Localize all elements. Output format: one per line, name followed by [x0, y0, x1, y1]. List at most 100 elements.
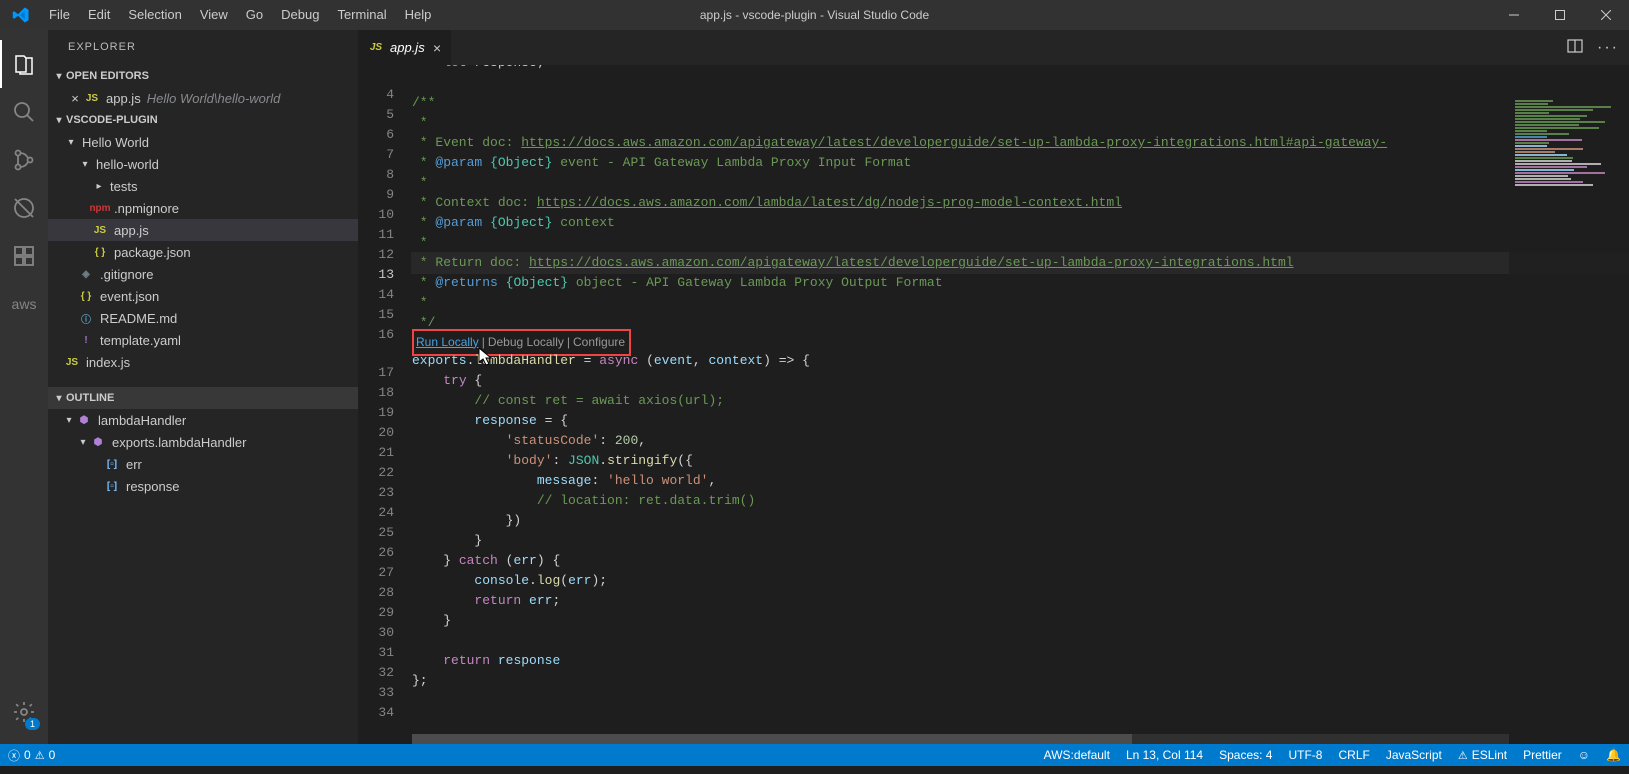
open-editors-header[interactable]: ▾OPEN EDITORS: [48, 65, 358, 87]
tree-item[interactable]: ▸tests: [48, 175, 358, 197]
outline-item[interactable]: [▫]err: [48, 453, 358, 475]
codelens: Run Locally|Debug Locally|Configure: [412, 333, 1629, 351]
close-editor-icon[interactable]: ×: [66, 91, 84, 106]
window-title: app.js - vscode-plugin - Visual Studio C…: [700, 8, 929, 22]
codelens-run-locally[interactable]: Run Locally: [416, 332, 479, 352]
vscode-logo-icon: [12, 6, 30, 24]
menu-edit[interactable]: Edit: [79, 0, 119, 30]
status-feedback-icon[interactable]: ☺: [1570, 744, 1598, 766]
gitignore-file-icon: ◈: [78, 266, 94, 282]
menu-view[interactable]: View: [191, 0, 237, 30]
chevron-right-icon: ▸: [92, 181, 106, 192]
tree-item[interactable]: ⓘREADME.md: [48, 307, 358, 329]
status-bar: ⓧ0 ⚠0 AWS:default Ln 13, Col 114 Spaces:…: [0, 744, 1629, 766]
minimize-button[interactable]: [1491, 0, 1537, 30]
activity-bar: aws 1: [0, 30, 48, 744]
sidebar-title: EXPLORER: [48, 30, 358, 65]
status-bell-icon[interactable]: 🔔: [1598, 744, 1629, 766]
outline-item[interactable]: ▾⬢exports.lambdaHandler: [48, 431, 358, 453]
js-file-icon: JS: [92, 222, 108, 238]
method-icon: ⬢: [90, 434, 106, 450]
workspace-header[interactable]: ▾VSCODE-PLUGIN: [48, 109, 358, 131]
status-prettier[interactable]: Prettier: [1515, 744, 1570, 766]
tree-item[interactable]: JSapp.js: [48, 219, 358, 241]
window-controls: [1491, 0, 1629, 30]
md-file-icon: ⓘ: [78, 310, 94, 326]
npmignore-file-icon: npm: [92, 200, 108, 216]
status-eslint[interactable]: ⚠ESLint: [1450, 744, 1515, 766]
tree-item[interactable]: { }event.json: [48, 285, 358, 307]
settings-badge: 1: [25, 718, 40, 730]
open-editor-item[interactable]: ×JSapp.jsHello World\hello-world: [48, 87, 358, 109]
menu-help[interactable]: Help: [396, 0, 441, 30]
codelens-configure[interactable]: Configure: [573, 332, 625, 352]
menu-selection[interactable]: Selection: [119, 0, 190, 30]
tree-item[interactable]: !template.yaml: [48, 329, 358, 351]
menu-go[interactable]: Go: [237, 0, 272, 30]
json-file-icon: { }: [92, 244, 108, 260]
chevron-down-icon: ▾: [52, 71, 66, 82]
status-encoding[interactable]: UTF-8: [1280, 744, 1330, 766]
status-indentation[interactable]: Spaces: 4: [1211, 744, 1280, 766]
horizontal-scrollbar[interactable]: [412, 734, 1509, 744]
error-icon: ⓧ: [8, 747, 20, 764]
code-content[interactable]: let response;/** * * Event doc: https://…: [412, 65, 1629, 744]
explorer-sidebar: EXPLORER ▾OPEN EDITORS ×JSapp.jsHello Wo…: [48, 30, 358, 744]
close-button[interactable]: [1583, 0, 1629, 30]
tab-close-icon[interactable]: ×: [433, 40, 441, 56]
activity-search-icon[interactable]: [0, 88, 48, 136]
yaml-file-icon: !: [78, 332, 94, 348]
tree-item[interactable]: { }package.json: [48, 241, 358, 263]
minimap[interactable]: [1509, 100, 1629, 744]
menu-debug[interactable]: Debug: [272, 0, 328, 30]
outline-header[interactable]: ▾OUTLINE: [48, 387, 358, 409]
variable-icon: [▫]: [104, 456, 120, 472]
title-bar: FileEditSelectionViewGoDebugTerminalHelp…: [0, 0, 1629, 30]
editor-tabs: JS app.js × ···: [358, 30, 1629, 65]
code-editor[interactable]: 4567891011121314151617181920212223242526…: [358, 65, 1629, 744]
split-editor-icon[interactable]: [1567, 38, 1583, 57]
menu-bar: FileEditSelectionViewGoDebugTerminalHelp: [40, 0, 440, 30]
outline-item[interactable]: ▾⬢lambdaHandler: [48, 409, 358, 431]
editor-area: JS app.js × ··· 456789101112131415161718…: [358, 30, 1629, 744]
status-eol[interactable]: CRLF: [1330, 744, 1377, 766]
chevron-down-icon: ▾: [76, 437, 90, 448]
line-gutter: 4567891011121314151617181920212223242526…: [358, 65, 412, 744]
tab-app-js[interactable]: JS app.js ×: [358, 30, 452, 65]
warning-icon: ⚠: [1458, 749, 1468, 762]
tree-item[interactable]: ◈.gitignore: [48, 263, 358, 285]
chevron-down-icon: ▾: [62, 415, 76, 426]
variable-icon: [▫]: [104, 478, 120, 494]
activity-scm-icon[interactable]: [0, 136, 48, 184]
activity-extensions-icon[interactable]: [0, 232, 48, 280]
scrollbar-thumb[interactable]: [412, 734, 1132, 744]
js-file-icon: JS: [84, 90, 100, 106]
activity-settings-icon[interactable]: 1: [0, 688, 48, 736]
chevron-down-icon: ▾: [52, 393, 66, 404]
activity-aws-icon[interactable]: aws: [0, 280, 48, 328]
status-cursor-position[interactable]: Ln 13, Col 114: [1118, 744, 1211, 766]
tree-item[interactable]: JSindex.js: [48, 351, 358, 373]
chevron-down-icon: ▾: [78, 159, 92, 170]
menu-terminal[interactable]: Terminal: [328, 0, 395, 30]
more-actions-icon[interactable]: ···: [1597, 39, 1619, 57]
chevron-down-icon: ▾: [52, 115, 66, 126]
activity-explorer-icon[interactable]: [0, 40, 48, 88]
tree-item[interactable]: ▾hello-world: [48, 153, 358, 175]
status-problems[interactable]: ⓧ0 ⚠0: [0, 744, 63, 766]
maximize-button[interactable]: [1537, 0, 1583, 30]
activity-debug-icon[interactable]: [0, 184, 48, 232]
js-file-icon: JS: [64, 354, 80, 370]
status-aws[interactable]: AWS:default: [1036, 744, 1118, 766]
warning-icon: ⚠: [35, 749, 45, 762]
codelens-debug-locally[interactable]: Debug Locally: [488, 332, 564, 352]
tree-item[interactable]: ▾Hello World: [48, 131, 358, 153]
method-icon: ⬢: [76, 412, 92, 428]
json-file-icon: { }: [78, 288, 94, 304]
tab-filename: app.js: [390, 40, 425, 55]
menu-file[interactable]: File: [40, 0, 79, 30]
outline-item[interactable]: [▫]response: [48, 475, 358, 497]
status-language[interactable]: JavaScript: [1378, 744, 1450, 766]
chevron-down-icon: ▾: [64, 137, 78, 148]
tree-item[interactable]: npm.npmignore: [48, 197, 358, 219]
